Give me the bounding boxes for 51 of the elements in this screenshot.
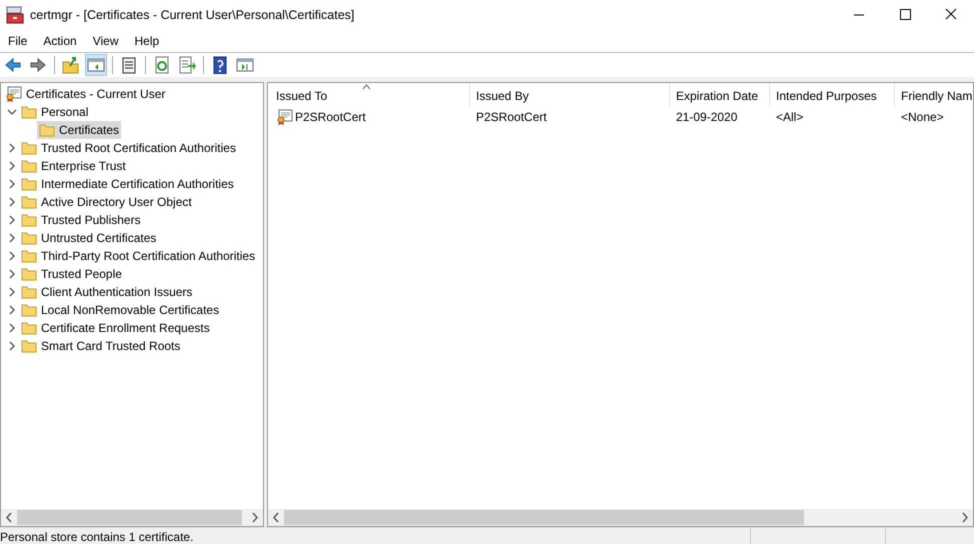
folder-icon	[21, 213, 37, 227]
folder-icon	[21, 249, 37, 263]
tree-item[interactable]: Untrusted Certificates	[19, 229, 158, 247]
folder-icon	[39, 123, 55, 137]
table-cell: P2SRootCert	[476, 110, 547, 124]
certificate-icon	[276, 109, 293, 125]
tree-item[interactable]: Certificates	[37, 121, 122, 139]
toolbox-icon	[6, 6, 24, 24]
tree-toolbar-button[interactable]	[85, 54, 107, 76]
horizontal-scrollbar[interactable]	[268, 509, 973, 526]
menu-item[interactable]: Action	[35, 34, 85, 48]
folder-icon	[21, 177, 37, 191]
window-title: certmgr - [Certificates - Current User\Personal\Certificates]	[30, 8, 354, 22]
tree-item[interactable]: Certificates - Current User	[3, 85, 168, 103]
folder-icon	[21, 321, 37, 335]
tree-item[interactable]: Trusted People	[19, 265, 124, 283]
table-cell: <All>	[776, 110, 804, 124]
tree-item[interactable]: Client Authentication Issuers	[19, 283, 194, 301]
tree-item[interactable]: Trusted Root Certification Authorities	[19, 139, 238, 157]
tree-item[interactable]: Enterprise Trust	[19, 157, 128, 175]
folder-icon	[21, 159, 37, 173]
folder-icon	[21, 339, 37, 353]
tree-item[interactable]: Third-Party Root Certification Authorities	[19, 247, 258, 265]
folder-icon	[21, 195, 37, 209]
menu-item[interactable]: Help	[126, 34, 168, 48]
menu-item[interactable]: File	[0, 34, 36, 48]
folder-icon	[21, 105, 37, 119]
horizontal-scrollbar[interactable]	[1, 509, 263, 526]
tree-item[interactable]: Certificate Enrollment Requests	[19, 319, 212, 337]
folder-icon	[21, 285, 37, 299]
status-text: Personal store contains 1 certificate.	[0, 530, 194, 544]
folder-icon	[21, 231, 37, 245]
folder-icon	[21, 141, 37, 155]
table-cell: 21-09-2020	[676, 110, 738, 124]
tree-item[interactable]: Smart Card Trusted Roots	[19, 337, 182, 355]
column-header[interactable]: Friendly Nam	[895, 83, 973, 107]
menu-item[interactable]: View	[84, 34, 126, 48]
tree-item[interactable]: Local NonRemovable Certificates	[19, 301, 222, 319]
column-header[interactable]: Issued By	[470, 83, 670, 107]
folder-icon	[21, 267, 37, 281]
tree-item[interactable]: Active Directory User Object	[19, 193, 194, 211]
column-header[interactable]: Issued To	[270, 83, 470, 107]
table-cell: P2SRootCert	[295, 110, 366, 124]
column-header[interactable]: Expiration Date	[670, 83, 770, 107]
table-cell: <None>	[901, 110, 944, 124]
tree-item[interactable]: Trusted Publishers	[19, 211, 143, 229]
column-header[interactable]: Intended Purposes	[770, 83, 895, 107]
folder-icon	[21, 303, 37, 317]
tree-item[interactable]: Intermediate Certification Authorities	[19, 175, 236, 193]
tree-item[interactable]: Personal	[19, 103, 90, 121]
certificate-icon	[5, 86, 22, 102]
